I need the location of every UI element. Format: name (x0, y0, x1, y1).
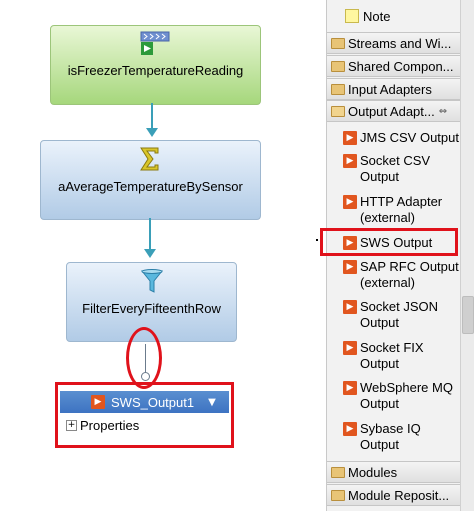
output-adapter-icon: ▶ (343, 422, 357, 436)
palette-scrollbar[interactable] (460, 0, 474, 511)
palette-item-socket-csv-output[interactable]: ▶ Socket CSV Output (343, 153, 443, 185)
output-adapter-icon: ▶ (343, 381, 357, 395)
palette-item-label: Socket JSON Output (360, 299, 439, 330)
output-adapter-icon: ▶ (343, 154, 357, 168)
folder-icon (331, 489, 345, 501)
connector-arrow (144, 249, 156, 258)
connector-line (149, 218, 151, 250)
palette-item-label: WebSphere MQ Output (360, 380, 453, 411)
scrollbar-thumb[interactable] (462, 296, 474, 334)
drawer-modules[interactable]: Modules (327, 461, 474, 483)
output-adapter-icon: ▶ (343, 260, 357, 274)
palette-item-label: Socket CSV Output (360, 153, 431, 184)
node-label: isFreezerTemperatureReading (67, 63, 244, 78)
folder-open-icon (331, 105, 345, 117)
drawer-label: Input Adapters (348, 81, 432, 97)
palette-item-label: HTTP Adapter (external) (360, 194, 443, 225)
output-adapter-icon: ▶ (343, 341, 357, 355)
cursor-dot (316, 239, 318, 241)
output-adapter-icon: ▶ (343, 300, 357, 314)
palette-item-websphere-mq-output[interactable]: ▶ WebSphere MQ Output (343, 380, 468, 412)
highlight-box-output-node (55, 382, 234, 448)
node-label: FilterEveryFifteenthRow (82, 301, 221, 316)
connector-arrow (146, 128, 158, 137)
node-label: aAverageTemperatureBySensor (58, 179, 243, 194)
connector-line (151, 103, 153, 129)
palette-item-note[interactable]: Note (327, 6, 474, 26)
node-average-temperature-by-sensor[interactable]: aAverageTemperatureBySensor (40, 140, 261, 220)
palette-item-sybase-iq-output[interactable]: ▶ Sybase IQ Output (343, 421, 443, 453)
palette-item-label: SAP RFC Output (external) (360, 259, 459, 290)
drawer-label: Output Adapt... (348, 103, 435, 119)
palette-item-sap-rfc-output[interactable]: ▶ SAP RFC Output (external) (343, 259, 463, 291)
palette-item-label: Sybase IQ Output (360, 421, 421, 452)
palette-item-http-adapter[interactable]: ▶ HTTP Adapter (external) (343, 194, 463, 226)
folder-icon (331, 60, 345, 72)
highlight-box-sws-output (320, 228, 458, 256)
folder-icon (331, 466, 345, 478)
palette-item-label: Note (363, 8, 391, 24)
drawer-label: Modules (348, 464, 398, 480)
drawer-output-adapters[interactable]: Output Adapt... ⇔ (327, 100, 474, 122)
funnel-icon (140, 269, 164, 293)
stream-input-icon (140, 31, 170, 55)
folder-icon (331, 37, 345, 49)
drawer-streams-and-windows[interactable]: Streams and Wi... (327, 32, 474, 54)
output-adapter-icon: ▶ (343, 131, 357, 145)
drawer-input-adapters[interactable]: Input Adapters (327, 78, 474, 100)
palette-item-socket-json-output[interactable]: ▶ Socket JSON Output (343, 299, 453, 331)
sigma-icon (140, 147, 159, 171)
palette-item-jms-csv-output[interactable]: ▶ JMS CSV Output (343, 130, 474, 146)
diagram-canvas[interactable]: isFreezerTemperatureReading aAverageTemp… (0, 0, 326, 511)
palette-item-label: Socket FIX Output (360, 340, 424, 371)
palette-item-label: JMS CSV Output (360, 130, 459, 145)
highlight-ellipse (126, 327, 162, 389)
note-icon (345, 9, 359, 23)
node-isfreezer-temperature-reading[interactable]: isFreezerTemperatureReading (50, 25, 261, 105)
collapse-arrow-icon[interactable]: ⇔ (439, 106, 447, 117)
drawer-label: Streams and Wi... (348, 35, 452, 51)
drawer-shared-components[interactable]: Shared Compon... (327, 55, 474, 77)
drawer-module-repository[interactable]: Module Reposit... (327, 484, 474, 506)
drawer-label: Module Reposit... (348, 487, 450, 503)
drawer-label: Shared Compon... (348, 58, 454, 74)
palette-item-socket-fix-output[interactable]: ▶ Socket FIX Output (343, 340, 443, 372)
folder-icon (331, 83, 345, 95)
output-adapter-icon: ▶ (343, 195, 357, 209)
